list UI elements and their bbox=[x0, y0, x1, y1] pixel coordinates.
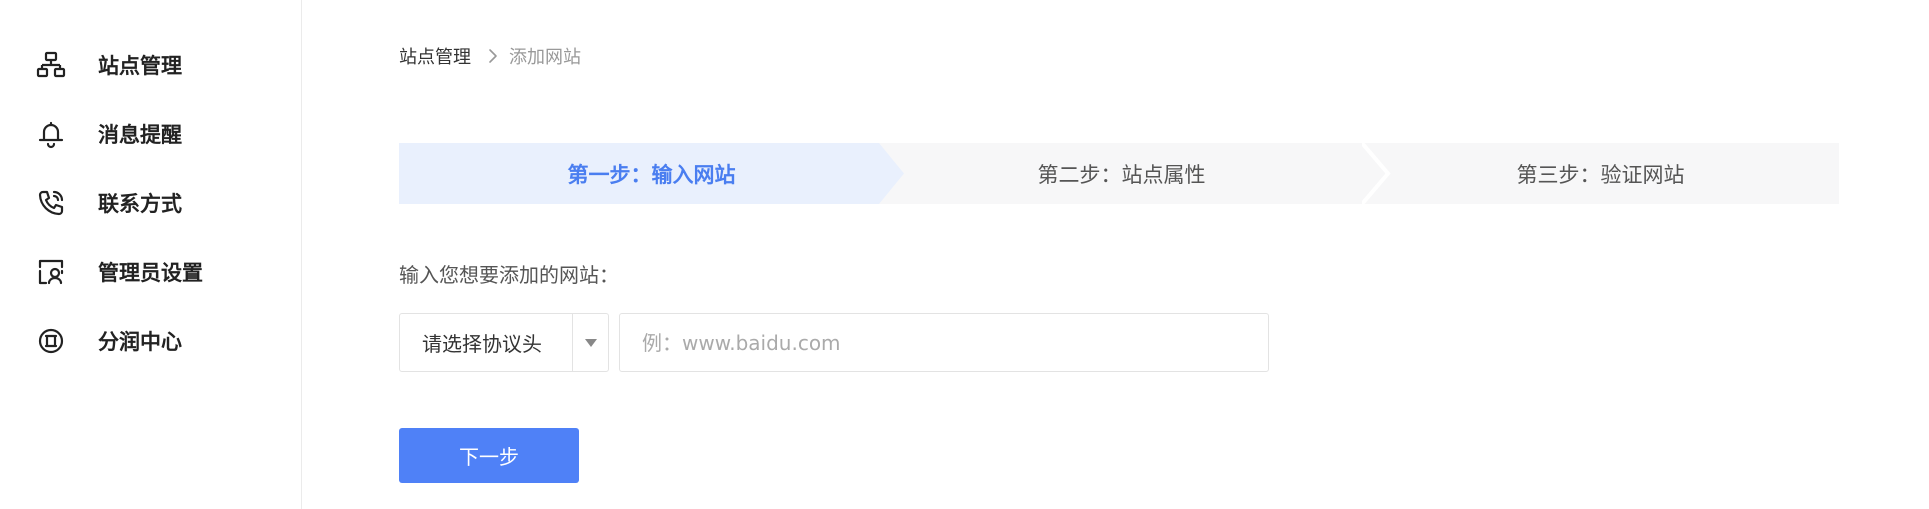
sidebar: 站点管理 消息提醒 联系方式 管理员设置 分润中心 bbox=[0, 0, 302, 509]
app: 站点管理 消息提醒 联系方式 管理员设置 分润中心 站点管理 添加网站 第一步：… bbox=[0, 0, 1929, 509]
sidebar-item-label: 消息提醒 bbox=[98, 122, 182, 147]
step-label: 第一步：输入网站 bbox=[567, 162, 736, 187]
breadcrumb-current: 添加网站 bbox=[509, 47, 581, 68]
breadcrumb: 站点管理 添加网站 bbox=[399, 43, 581, 69]
step-2: 第二步：站点属性 bbox=[881, 143, 1362, 204]
protocol-select-value: 请选择协议头 bbox=[422, 332, 542, 356]
chevron-right-icon bbox=[487, 48, 499, 64]
bell-icon bbox=[36, 119, 66, 149]
sidebar-item-notifications[interactable]: 消息提醒 bbox=[0, 99, 301, 168]
main-content: 站点管理 添加网站 第一步：输入网站 第二步：站点属性 第三步：验证网站 输入您… bbox=[302, 0, 1929, 509]
sidebar-item-label: 分润中心 bbox=[98, 329, 182, 354]
next-step-button[interactable]: 下一步 bbox=[399, 428, 579, 483]
sidebar-item-revenue-center[interactable]: 分润中心 bbox=[0, 306, 301, 375]
sitemap-icon bbox=[36, 50, 66, 80]
protocol-select[interactable]: 请选择协议头 bbox=[399, 313, 609, 372]
website-field-label: 输入您想要添加的网站： bbox=[399, 263, 619, 287]
breadcrumb-root-link[interactable]: 站点管理 bbox=[399, 43, 471, 69]
caret-down-icon[interactable] bbox=[572, 314, 608, 371]
admin-icon bbox=[36, 257, 66, 287]
sidebar-item-contact[interactable]: 联系方式 bbox=[0, 168, 301, 237]
step-3: 第三步：验证网站 bbox=[1362, 143, 1839, 204]
sidebar-item-site-management[interactable]: 站点管理 bbox=[0, 30, 301, 99]
website-url-input[interactable] bbox=[619, 313, 1269, 372]
sidebar-item-label: 联系方式 bbox=[98, 191, 182, 216]
coin-icon bbox=[36, 326, 66, 356]
phone-icon bbox=[36, 188, 66, 218]
step-label: 第二步：站点属性 bbox=[1037, 162, 1206, 187]
step-1: 第一步：输入网站 bbox=[399, 143, 904, 204]
sidebar-item-label: 站点管理 bbox=[98, 53, 182, 78]
step-label: 第三步：验证网站 bbox=[1516, 162, 1685, 187]
step-progress: 第一步：输入网站 第二步：站点属性 第三步：验证网站 bbox=[399, 143, 1839, 204]
sidebar-item-admin-settings[interactable]: 管理员设置 bbox=[0, 237, 301, 306]
sidebar-item-label: 管理员设置 bbox=[98, 260, 203, 285]
